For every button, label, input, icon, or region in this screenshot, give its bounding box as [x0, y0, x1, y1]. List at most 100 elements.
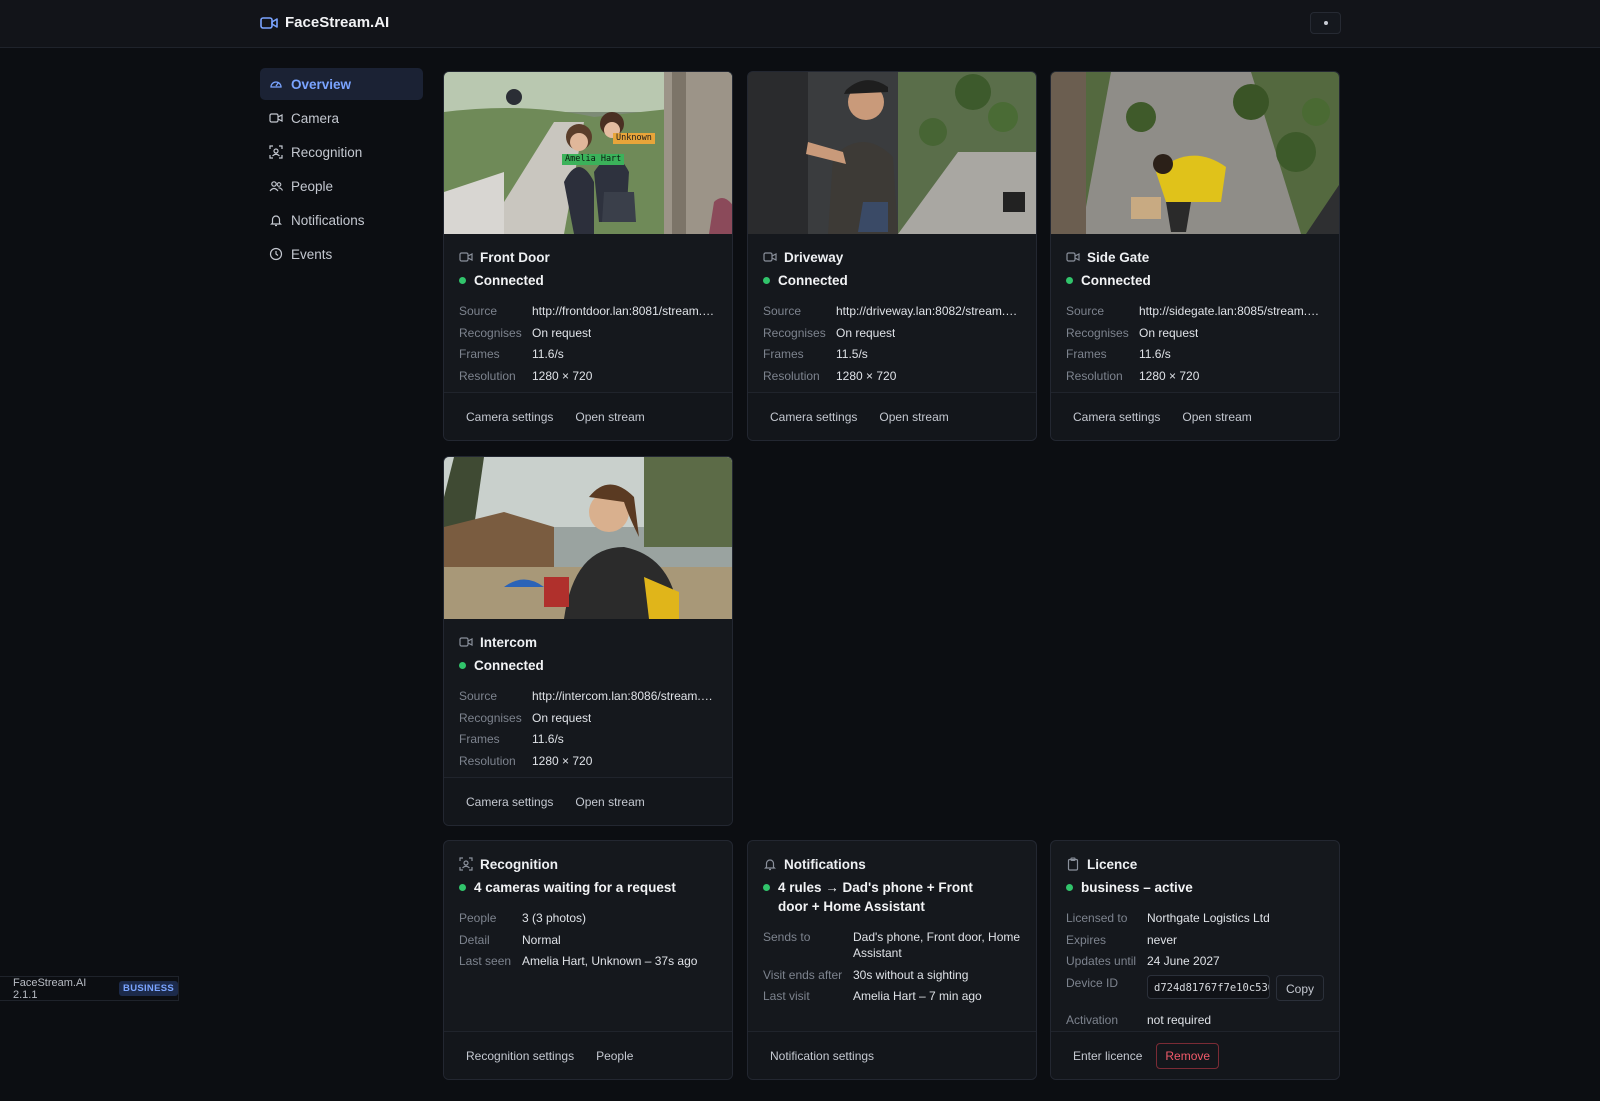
people-button[interactable]: People: [588, 1044, 641, 1068]
sidebar-item-notifications[interactable]: Notifications: [260, 204, 423, 236]
sidebar-item-camera[interactable]: Camera: [260, 102, 423, 134]
status-text: business – active: [1081, 880, 1193, 895]
licence-card: Licence business – active Licensed to Nor…: [1050, 840, 1340, 1080]
kv-key: Last seen: [459, 954, 512, 968]
kv-key: Recognises: [459, 710, 522, 725]
kv-value: Normal: [522, 932, 561, 947]
camera-name: Side Gate: [1087, 249, 1150, 265]
version-footer: FaceStream.AI 2.1.1 BUSINESS: [0, 976, 179, 1001]
version-text: FaceStream.AI 2.1.1: [13, 976, 87, 1001]
source-url: http://frontdoor.lan:8081/stream.mjpg: [532, 304, 717, 318]
status-text: Connected: [778, 273, 848, 288]
kv-key: Recognises: [763, 325, 826, 340]
device-id-field[interactable]: d724d81767f7e10c530: [1147, 974, 1270, 999]
kv-value: not required: [1147, 1013, 1212, 1027]
kv-key: Licensed to: [1066, 911, 1128, 925]
kv-key: Resolution: [459, 368, 516, 383]
video-camera-icon: [459, 635, 473, 649]
video-camera-icon: [260, 16, 278, 30]
kv-value: Amelia Hart – 7 min ago: [853, 989, 982, 1003]
people-icon: [269, 179, 283, 193]
video-camera-icon: [763, 250, 777, 264]
sidebar: Overview Camera Recognition People Notif…: [260, 68, 423, 272]
card-title-text: Licence: [1087, 856, 1138, 872]
status-badge: business – active: [1066, 878, 1324, 897]
open-stream-button[interactable]: Open stream: [567, 405, 652, 429]
theme-toggle-button[interactable]: [1310, 12, 1341, 34]
frames-value: 11.6/s: [532, 732, 564, 746]
kv-value: Northgate Logistics Ltd: [1147, 911, 1270, 925]
sidebar-item-label: Overview: [291, 76, 352, 92]
status-badge: 4 rules → Dad's phone + Front door + Hom…: [763, 878, 1003, 916]
camera-card-front-door: Unknown Amelia Hart Front Door Connected…: [443, 71, 733, 441]
clipboard-icon: [1066, 857, 1080, 871]
status-badge: Connected: [763, 271, 1021, 290]
camera-settings-button[interactable]: Camera settings: [1065, 405, 1168, 429]
camera-name: Intercom: [480, 634, 538, 650]
remove-licence-button[interactable]: Remove: [1156, 1042, 1220, 1069]
enter-licence-button[interactable]: Enter licence: [1065, 1044, 1150, 1068]
recognition-card: Recognition 4 cameras waiting for a requ…: [443, 840, 733, 1080]
kv-key: Last visit: [763, 989, 810, 1003]
brand[interactable]: FaceStream.AI: [260, 14, 389, 31]
frames-value: 11.6/s: [532, 347, 564, 361]
status-text: Connected: [474, 658, 544, 673]
camera-settings-button[interactable]: Camera settings: [762, 405, 865, 429]
kv-value: 30s without a sighting: [853, 967, 969, 982]
frames-value: 11.5/s: [836, 347, 868, 361]
gauge-icon: [269, 77, 283, 91]
recognition-settings-button[interactable]: Recognition settings: [458, 1044, 582, 1068]
recognises-value: On request: [532, 710, 592, 725]
kv-value: Amelia Hart, Unknown – 37s ago: [522, 954, 698, 968]
sidebar-item-label: Recognition: [291, 144, 363, 160]
kv-key: Recognises: [459, 325, 522, 340]
camera-snapshot[interactable]: Unknown Amelia Hart: [444, 72, 732, 234]
card-title: Licence: [1066, 855, 1324, 873]
video-camera-icon: [269, 111, 283, 125]
resolution-value: 1280 × 720: [532, 753, 593, 768]
camera-snapshot[interactable]: [748, 72, 1036, 234]
status-dot: [459, 884, 466, 891]
kv-key: Visit ends after: [763, 967, 843, 982]
open-stream-button[interactable]: Open stream: [567, 790, 652, 814]
sidebar-item-events[interactable]: Events: [260, 238, 423, 270]
status-badge: 4 cameras waiting for a request: [459, 878, 717, 897]
camera-snapshot[interactable]: [444, 457, 732, 619]
camera-title: Side Gate: [1066, 248, 1324, 266]
open-stream-button[interactable]: Open stream: [1174, 405, 1259, 429]
video-camera-icon: [459, 250, 473, 264]
top-bar: FaceStream.AI: [0, 0, 1600, 48]
status-dot: [1066, 884, 1073, 891]
kv-key: Frames: [1066, 347, 1107, 361]
camera-settings-button[interactable]: Camera settings: [458, 790, 561, 814]
kv-value: never: [1147, 932, 1178, 947]
open-stream-button[interactable]: Open stream: [871, 405, 956, 429]
sidebar-item-people[interactable]: People: [260, 170, 423, 202]
kv-value: Dad's phone, Front door, Home Assistant: [853, 930, 1021, 960]
kv-key: Updates until: [1066, 954, 1137, 968]
face-label-unknown: Unknown: [613, 133, 655, 144]
kv-key: Source: [459, 689, 498, 703]
recognises-value: On request: [1139, 325, 1199, 340]
kv-key: Expires: [1066, 932, 1107, 947]
notification-settings-button[interactable]: Notification settings: [762, 1044, 882, 1068]
card-title-text: Notifications: [784, 856, 866, 872]
kv-key: People: [459, 911, 497, 925]
kv-key: Frames: [763, 347, 804, 361]
camera-snapshot[interactable]: [1051, 72, 1339, 234]
status-text: 4 rules → Dad's phone + Front door + Hom…: [778, 880, 973, 914]
kv-key: Detail: [459, 932, 490, 947]
kv-key: Device ID: [1066, 975, 1119, 990]
copy-button[interactable]: Copy: [1275, 974, 1324, 1001]
sidebar-item-recognition[interactable]: Recognition: [260, 136, 423, 168]
camera-title: Intercom: [459, 633, 717, 651]
bell-icon: [763, 857, 777, 871]
camera-settings-button[interactable]: Camera settings: [458, 405, 561, 429]
face-scan-icon: [269, 145, 283, 159]
sidebar-item-overview[interactable]: Overview: [260, 68, 423, 100]
source-url: http://sidegate.lan:8085/stream.mjpg: [1139, 304, 1324, 318]
card-title: Notifications: [763, 855, 1021, 873]
kv-key: Resolution: [459, 753, 516, 768]
resolution-value: 1280 × 720: [532, 368, 593, 383]
kv-key: Frames: [459, 347, 500, 361]
